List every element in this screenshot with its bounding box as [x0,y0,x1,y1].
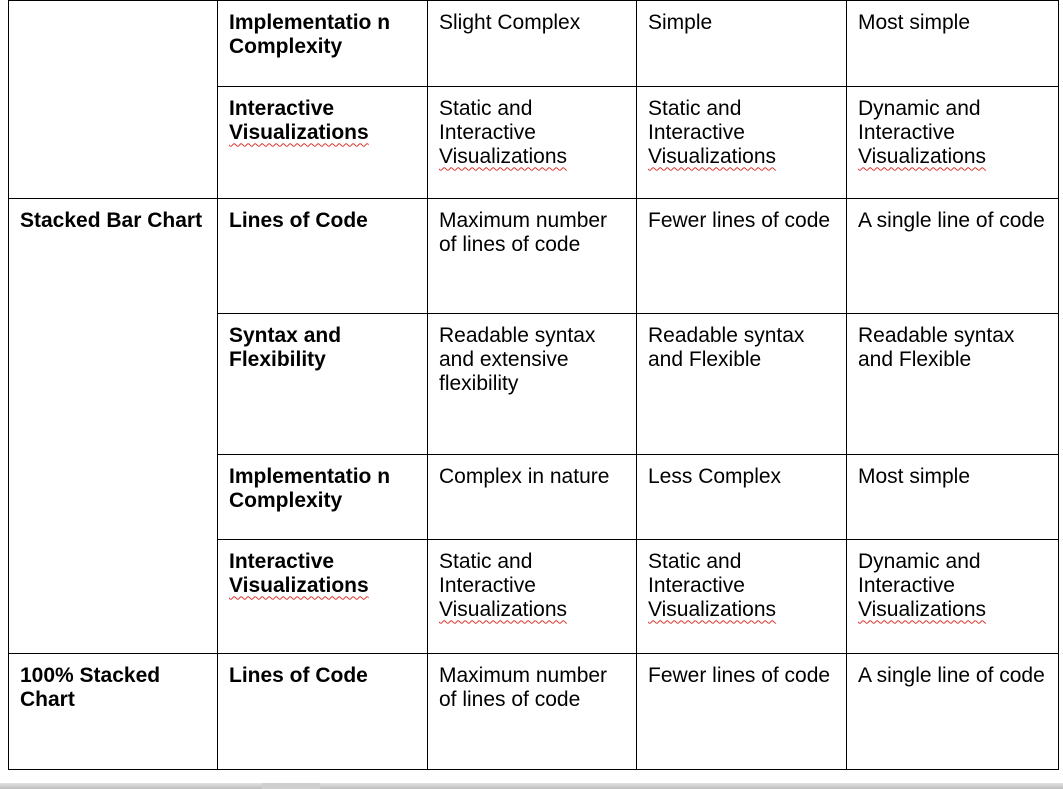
criterion-label: Implementatio n Complexity [229,464,391,512]
value-cell: Fewer lines of code [636,197,847,314]
group-cell: 100% Stacked Chart [8,652,218,770]
value-cell: A single line of code [846,652,1059,770]
page-bottom-edge [0,783,1063,789]
value-cell: A single line of code [846,197,1059,314]
value-cell: Static and Interactive Visualizations [427,85,637,199]
criterion-label: Visualizations [229,120,369,144]
criterion-label: Visualizations [229,573,369,597]
criterion-label: Lines of Code [229,208,368,232]
value-cell: Readable syntax and extensive flexibilit… [427,312,637,455]
value-cell: Most simple [846,453,1059,540]
criterion-label: Interactive [229,549,335,573]
criterion-cell: Lines of Code [217,652,428,770]
scrollbar-segment [262,783,320,789]
value-cell: Readable syntax and Flexible [846,312,1059,455]
value-cell: Static and Interactive Visualizations [427,538,637,654]
group-label: Stacked Bar Chart [20,208,203,232]
table-row: Stacked Bar Chart Lines of Code Maximum … [8,197,1059,654]
value-cell: Static and Interactive Visualizations [636,85,847,199]
value-cell: Maximum number of lines of code [427,197,637,314]
value-cell: Complex in nature [427,453,637,540]
value-cell: Most simple [846,0,1059,87]
value-cell: Dynamic and Interactive Visualizations [846,538,1059,654]
criterion-label: Syntax and Flexibility [229,323,342,371]
criterion-cell: Implementatio n Complexity [217,0,428,87]
criterion-label: Interactive [229,96,335,120]
value-cell: Slight Complex [427,0,637,87]
criterion-cell: Lines of Code [217,197,428,314]
criterion-label: Implementatio n Complexity [229,10,391,58]
value-cell: Dynamic and Interactive Visualizations [846,85,1059,199]
criterion-cell: Syntax and Flexibility [217,312,428,455]
value-cell: Maximum number of lines of code [427,652,637,770]
value-cell: Fewer lines of code [636,652,847,770]
value-cell: Static and Interactive Visualizations [636,538,847,654]
document-page: Implementatio n Complexity Slight Comple… [0,0,1063,789]
group-cell: Stacked Bar Chart [8,197,218,654]
criterion-label: Lines of Code [229,663,368,687]
criterion-cell: Interactive Visualizations [217,85,428,199]
value-cell: Simple [636,0,847,87]
comparison-table: Implementatio n Complexity Slight Comple… [8,0,1059,770]
value-cell: Less Complex [636,453,847,540]
table-row: Implementatio n Complexity Slight Comple… [8,0,1059,199]
criterion-cell: Implementatio n Complexity [217,453,428,540]
criterion-cell: Interactive Visualizations [217,538,428,654]
table-row: 100% Stacked Chart Lines of Code Maximum… [8,652,1059,770]
group-label: 100% Stacked Chart [20,663,161,711]
group-cell [8,0,218,199]
value-cell: Readable syntax and Flexible [636,312,847,455]
